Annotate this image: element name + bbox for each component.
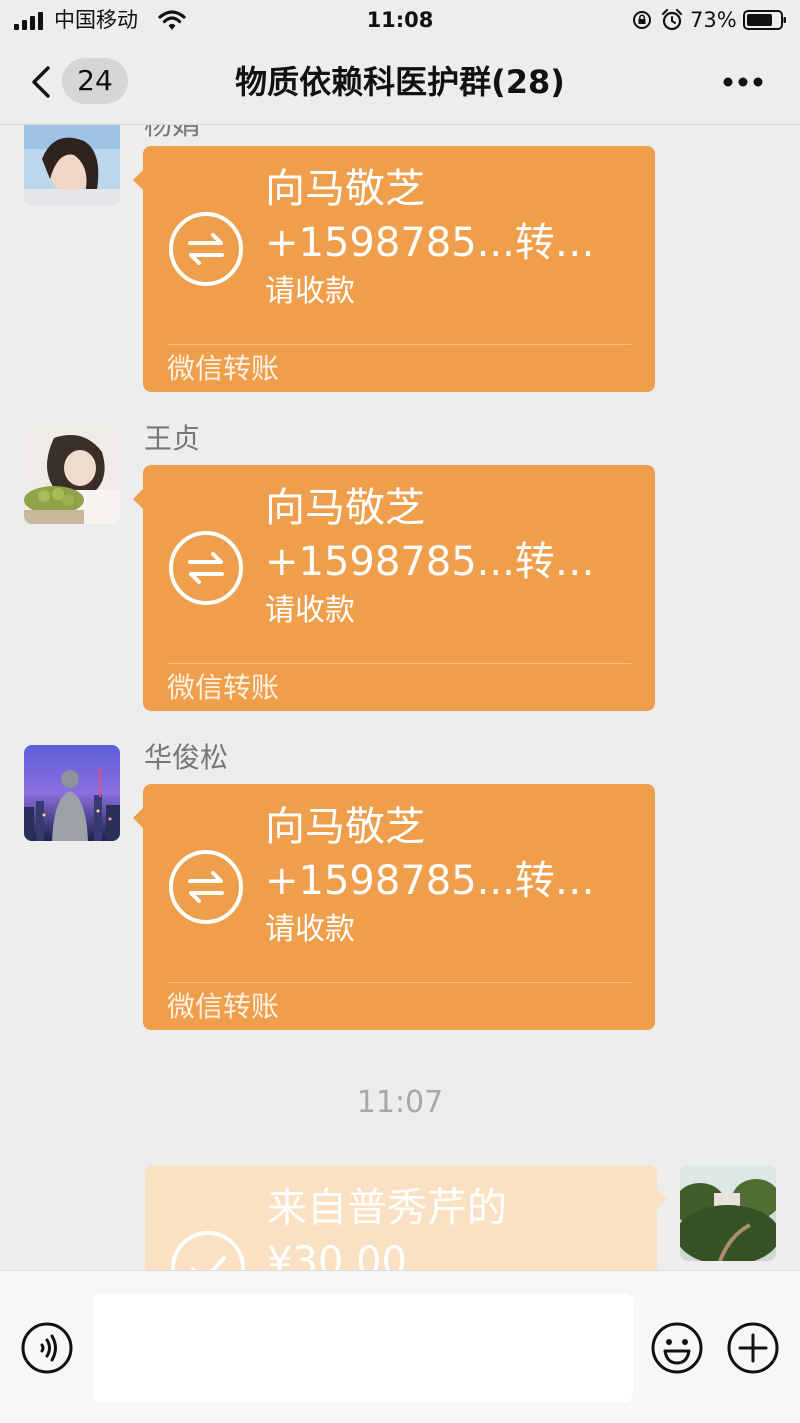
transfer-card[interactable]: 向马敬芝 +1598785...转… 请收款 微信转账 [133, 465, 655, 711]
sender-name: 杨娟 [144, 125, 200, 143]
emoji-icon[interactable] [650, 1321, 704, 1375]
alarm-icon [661, 8, 683, 31]
card-divider [167, 344, 631, 345]
my-avatar[interactable] [680, 1165, 776, 1261]
transfer-label: 微信转账 [167, 990, 280, 1023]
chat-title: 物质依赖科医护群(28) [235, 63, 565, 101]
transfer-recipient: 向马敬芝 [265, 485, 425, 531]
avatar-photo [24, 125, 120, 205]
transfer-label: 微信转账 [167, 352, 280, 385]
input-bar [0, 1270, 800, 1423]
bubble-tail [133, 808, 143, 828]
card-divider [167, 663, 631, 664]
bubble-tail [133, 489, 143, 509]
battery-percentage: 73% [690, 8, 737, 32]
transfer-status: 请收款 [265, 912, 355, 947]
orientation-lock-icon [633, 11, 651, 29]
transfer-status: 请收款 [265, 274, 355, 309]
bubble-tail [133, 170, 143, 190]
transfer-label: 微信转账 [167, 671, 280, 704]
sender-avatar[interactable] [24, 125, 120, 205]
avatar-photo [24, 745, 120, 841]
exchange-arrows-icon [169, 212, 243, 286]
transfer-card[interactable]: 向马敬芝 +1598785...转… 请收款 微信转账 [133, 784, 655, 1030]
received-amount: ¥30.00 [267, 1239, 407, 1270]
checkmark-circle-icon [171, 1231, 245, 1270]
avatar-photo [680, 1165, 776, 1261]
sender-name: 华俊松 [144, 741, 229, 774]
sender-avatar[interactable] [24, 428, 120, 524]
transfer-card[interactable]: 向马敬芝 +1598785...转… 请收款 微信转账 [133, 146, 655, 392]
transfer-detail: +1598785...转… [265, 858, 595, 904]
transfer-detail: +1598785...转… [265, 220, 595, 266]
status-bar: 中国移动 11:08 73% [0, 0, 800, 40]
transfer-detail: +1598785...转… [265, 539, 595, 585]
plus-icon[interactable] [726, 1321, 780, 1375]
message-list[interactable]: 杨娟 向马敬芝 +1598785...转… 请收款 微信转账 王贞 [0, 125, 800, 1270]
battery-icon [743, 10, 786, 30]
chat-header: 24 物质依赖科医护群(28) [0, 40, 800, 125]
transfer-status: 请收款 [265, 593, 355, 628]
message-input[interactable] [93, 1293, 633, 1402]
avatar-photo [24, 428, 120, 524]
transfer-recipient: 向马敬芝 [265, 804, 425, 850]
card-divider [167, 982, 631, 983]
transfer-recipient: 向马敬芝 [265, 166, 425, 212]
received-transfer-card[interactable]: 来自普秀芹的 ¥30.00 [145, 1165, 667, 1270]
exchange-arrows-icon [169, 531, 243, 605]
more-options-icon[interactable] [722, 76, 764, 88]
sender-name: 王贞 [144, 422, 201, 455]
received-from: 来自普秀芹的 [267, 1185, 507, 1231]
exchange-arrows-icon [169, 850, 243, 924]
time-separator: 11:07 [356, 1085, 444, 1120]
sender-avatar[interactable] [24, 745, 120, 841]
voice-icon[interactable] [20, 1321, 74, 1375]
bubble-tail [657, 1189, 667, 1209]
